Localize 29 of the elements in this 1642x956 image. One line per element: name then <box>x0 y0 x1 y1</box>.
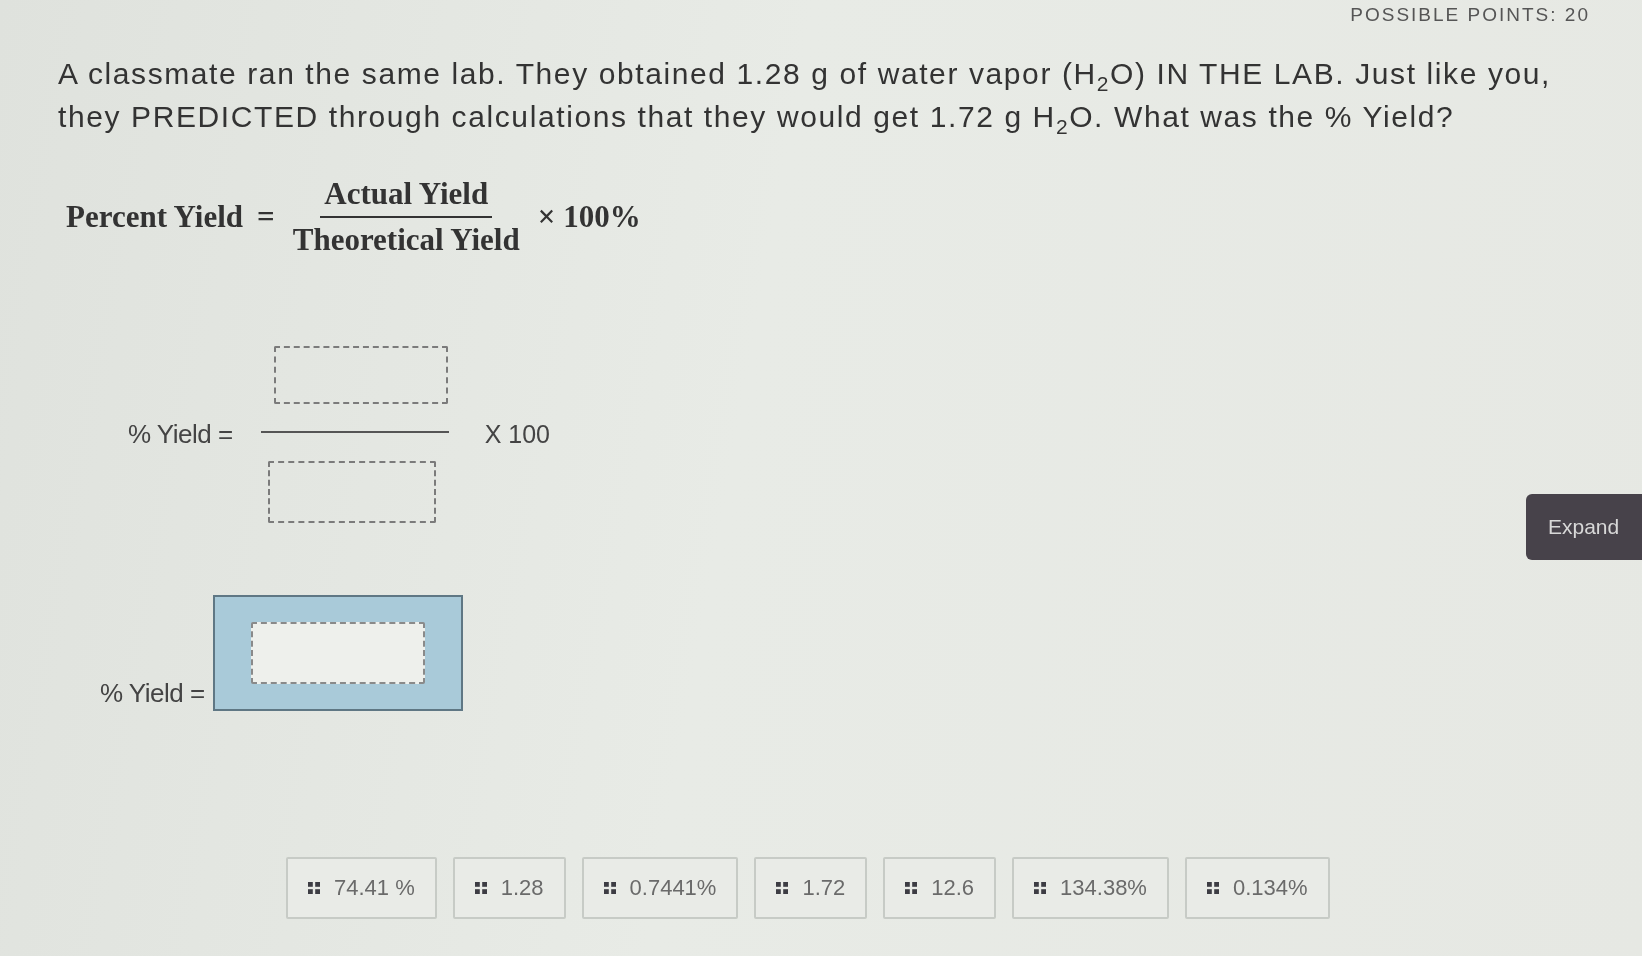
yield-label: % Yield = <box>128 419 233 450</box>
drag-handle-icon <box>474 882 487 894</box>
drag-handle-icon <box>603 882 616 894</box>
drag-handle-icon <box>1206 882 1219 894</box>
multiplier-text: X 100 <box>484 420 550 449</box>
answer-choice[interactable]: 134.38% <box>1012 857 1169 919</box>
drop-zone[interactable] <box>267 461 436 523</box>
formula-denominator: Theoretical Yield <box>291 221 521 258</box>
answer-choice[interactable]: 0.7441% <box>581 857 739 919</box>
formula-factor: × 100% <box>537 199 641 235</box>
possible-points-label: POSSIBLE POINTS: 20 <box>1350 4 1590 26</box>
drag-handle-icon <box>776 882 789 894</box>
expand-button[interactable]: Expand <box>1526 494 1642 560</box>
formula-numerator: Actual Yield <box>320 176 493 218</box>
drop-zone[interactable] <box>273 346 448 404</box>
answer-choice[interactable]: 12.6 <box>883 857 997 919</box>
answer-choice[interactable]: 74.41 % <box>286 857 437 919</box>
answer-choice[interactable]: 1.72 <box>754 857 868 919</box>
answer-choice[interactable]: 0.134% <box>1184 857 1330 919</box>
equals-sign: = <box>257 199 275 235</box>
answer-drop-area[interactable] <box>212 595 463 711</box>
formula-label: Percent Yield <box>66 199 244 235</box>
drop-zone[interactable] <box>250 622 425 684</box>
question-text: A classmate ran the same lab. They obtained 1.28 g of water vapor (H$_{2}$O) IN THE LAB. Just like you, they PREDICTED through calculations that they would get 1.72 g H$_{2}$O. What was the % Yield? <box>58 56 1553 138</box>
drag-handle-icon <box>905 882 918 894</box>
drag-handle-icon <box>1034 882 1047 894</box>
answer-choice[interactable]: 1.28 <box>452 857 566 919</box>
drag-handle-icon <box>308 882 320 894</box>
yield-label: % Yield = <box>100 678 205 709</box>
